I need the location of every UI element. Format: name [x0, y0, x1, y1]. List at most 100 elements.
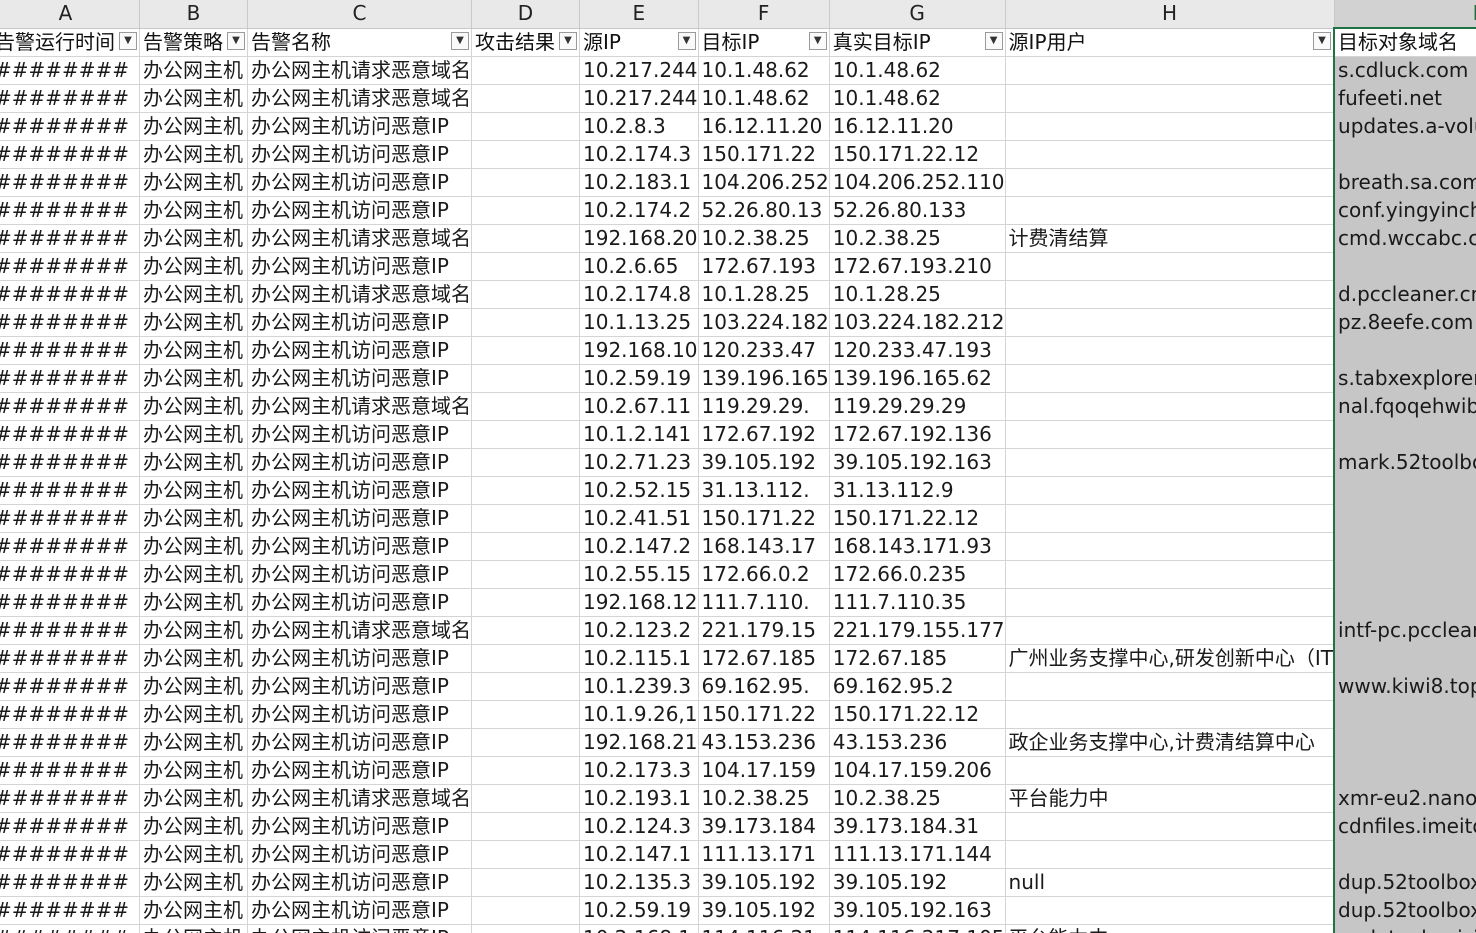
- cell-f[interactable]: 150.171.22: [698, 700, 830, 729]
- cell-g[interactable]: 111.7.110.35: [829, 588, 1006, 617]
- cell-e[interactable]: 10.217.244: [579, 84, 699, 113]
- cell-i[interactable]: xmr-eu2.nanopool.org: [1333, 784, 1476, 813]
- cell-f[interactable]: 39.173.184: [698, 812, 830, 841]
- cell-c[interactable]: 办公网主机访问恶意IP: [247, 336, 472, 365]
- cell-f[interactable]: 52.26.80.13: [698, 196, 830, 225]
- cell-b[interactable]: 办公网主机: [139, 392, 248, 421]
- cell-a[interactable]: ########: [0, 896, 140, 925]
- cell-d[interactable]: [471, 448, 580, 477]
- cell-f[interactable]: 221.179.15: [698, 616, 830, 645]
- column-header-e[interactable]: E: [579, 0, 699, 29]
- cell-g[interactable]: 31.13.112.9: [829, 476, 1006, 505]
- cell-i[interactable]: dup.52toolbox.com,cclear: [1333, 868, 1476, 897]
- cell-f[interactable]: 114.116.21: [698, 924, 830, 933]
- cell-e[interactable]: 10.1.239.3: [579, 672, 699, 701]
- cell-i[interactable]: [1333, 728, 1476, 757]
- filter-dropdown-icon[interactable]: ▼: [451, 31, 469, 50]
- cell-g[interactable]: 119.29.29.29: [829, 392, 1006, 421]
- cell-a[interactable]: ########: [0, 140, 140, 169]
- cell-h[interactable]: [1005, 140, 1335, 169]
- cell-d[interactable]: [471, 56, 580, 85]
- cell-e[interactable]: 192.168.21: [579, 728, 699, 757]
- cell-f[interactable]: 10.1.28.25: [698, 280, 830, 309]
- cell-c[interactable]: 办公网主机访问恶意IP: [247, 672, 472, 701]
- cell-g[interactable]: 10.1.28.25: [829, 280, 1006, 309]
- cell-d[interactable]: [471, 336, 580, 365]
- cell-d[interactable]: [471, 476, 580, 505]
- cell-h[interactable]: [1005, 280, 1335, 309]
- cell-f[interactable]: 139.196.165: [698, 364, 830, 393]
- cell-c[interactable]: 办公网主机访问恶意IP: [247, 812, 472, 841]
- cell-g[interactable]: 172.67.193.210: [829, 252, 1006, 281]
- cell-c[interactable]: 办公网主机访问恶意IP: [247, 924, 472, 933]
- cell-d[interactable]: [471, 112, 580, 141]
- cell-a[interactable]: ########: [0, 616, 140, 645]
- cell-b[interactable]: 办公网主机: [139, 700, 248, 729]
- cell-a[interactable]: ########: [0, 672, 140, 701]
- cell-i[interactable]: [1333, 840, 1476, 869]
- cell-h[interactable]: [1005, 812, 1335, 841]
- cell-b[interactable]: 办公网主机: [139, 588, 248, 617]
- cell-b[interactable]: 办公网主机: [139, 532, 248, 561]
- cell-i[interactable]: breath.sa.com,aquapoewer: [1333, 168, 1476, 197]
- cell-i[interactable]: d.pccleaner.cn: [1333, 280, 1476, 309]
- cell-a[interactable]: ########: [0, 196, 140, 225]
- cell-i[interactable]: mark.52toolbox.com,redu: [1333, 448, 1476, 477]
- cell-f[interactable]: 150.171.22: [698, 504, 830, 533]
- cell-f[interactable]: 10.2.38.25: [698, 224, 830, 253]
- cell-f[interactable]: 104.206.252: [698, 168, 830, 197]
- cell-g[interactable]: 139.196.165.62: [829, 364, 1006, 393]
- cell-g[interactable]: 43.153.236: [829, 728, 1006, 757]
- cell-c[interactable]: 办公网主机访问恶意IP: [247, 588, 472, 617]
- cell-b[interactable]: 办公网主机: [139, 924, 248, 933]
- cell-d[interactable]: [471, 756, 580, 785]
- cell-e[interactable]: 10.2.174.3: [579, 140, 699, 169]
- cell-e[interactable]: 10.2.174.8: [579, 280, 699, 309]
- cell-c[interactable]: 办公网主机访问恶意IP: [247, 560, 472, 589]
- cell-f[interactable]: 111.7.110.: [698, 588, 830, 617]
- cell-a[interactable]: ########: [0, 84, 140, 113]
- cell-e[interactable]: 10.2.8.3: [579, 112, 699, 141]
- cell-f[interactable]: 172.66.0.2: [698, 560, 830, 589]
- cell-d[interactable]: [471, 728, 580, 757]
- cell-b[interactable]: 办公网主机: [139, 420, 248, 449]
- cell-f[interactable]: 31.13.112.: [698, 476, 830, 505]
- cell-e[interactable]: 10.1.13.25: [579, 308, 699, 337]
- cell-b[interactable]: 办公网主机: [139, 252, 248, 281]
- cell-g[interactable]: 16.12.11.20: [829, 112, 1006, 141]
- cell-a[interactable]: ########: [0, 840, 140, 869]
- field-header-cell[interactable]: 源IP用户 ▼: [1005, 28, 1335, 57]
- cell-g[interactable]: 103.224.182.212: [829, 308, 1006, 337]
- field-header-cell[interactable]: 目标对象域名▼: [1333, 28, 1476, 57]
- field-header-cell[interactable]: 目标IP ▼: [698, 28, 830, 57]
- cell-d[interactable]: [471, 560, 580, 589]
- cell-c[interactable]: 办公网主机访问恶意IP: [247, 840, 472, 869]
- cell-e[interactable]: 192.168.12: [579, 588, 699, 617]
- cell-b[interactable]: 办公网主机: [139, 728, 248, 757]
- cell-c[interactable]: 办公网主机访问恶意IP: [247, 448, 472, 477]
- filter-dropdown-icon[interactable]: ▼: [119, 31, 137, 50]
- cell-i[interactable]: s.tabxexplorer.com,s.52too: [1333, 364, 1476, 393]
- cell-f[interactable]: 120.233.47: [698, 336, 830, 365]
- cell-e[interactable]: 10.1.9.26,1: [579, 700, 699, 729]
- cell-e[interactable]: 10.2.135.3: [579, 868, 699, 897]
- cell-h[interactable]: [1005, 364, 1335, 393]
- column-header-f[interactable]: F: [698, 0, 830, 29]
- cell-h[interactable]: [1005, 252, 1335, 281]
- cell-b[interactable]: 办公网主机: [139, 168, 248, 197]
- cell-b[interactable]: 办公网主机: [139, 672, 248, 701]
- cell-e[interactable]: 10.2.67.11: [579, 392, 699, 421]
- cell-b[interactable]: 办公网主机: [139, 224, 248, 253]
- filter-dropdown-icon[interactable]: ▼: [1313, 31, 1332, 50]
- cell-i[interactable]: pz.8eefe.com: [1333, 308, 1476, 337]
- cell-e[interactable]: 192.168.10: [579, 336, 699, 365]
- cell-h[interactable]: [1005, 616, 1335, 645]
- cell-i[interactable]: fufeeti.net: [1333, 84, 1476, 113]
- cell-d[interactable]: [471, 140, 580, 169]
- cell-d[interactable]: [471, 532, 580, 561]
- cell-h[interactable]: [1005, 420, 1335, 449]
- cell-a[interactable]: ########: [0, 420, 140, 449]
- column-header-h[interactable]: H: [1005, 0, 1335, 29]
- cell-g[interactable]: 39.105.192.163: [829, 448, 1006, 477]
- cell-d[interactable]: [471, 196, 580, 225]
